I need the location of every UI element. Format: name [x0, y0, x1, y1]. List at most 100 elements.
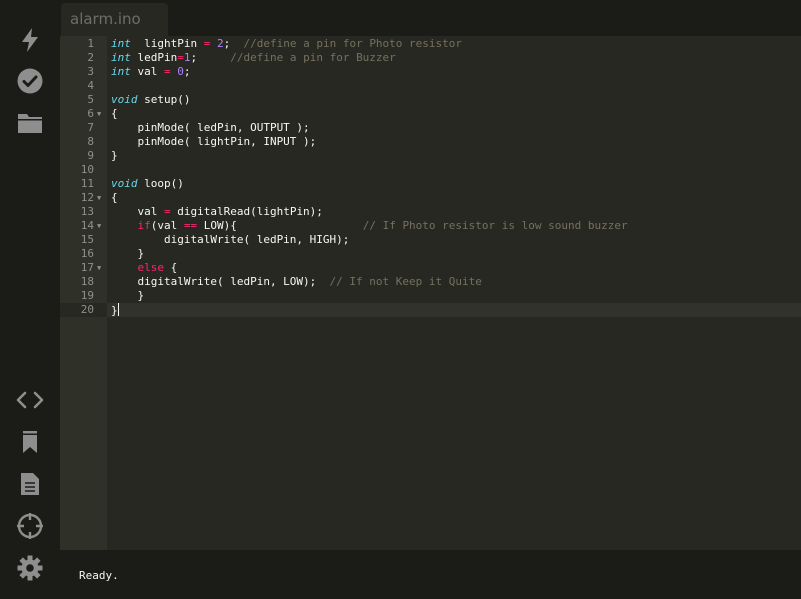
code-token: void [111, 93, 138, 106]
line-number: 5 [60, 93, 107, 107]
code-line[interactable]: 6 ▼ { [60, 107, 801, 121]
code-token: lightPin [130, 37, 204, 50]
code-line[interactable]: 3 int val = 0; [60, 65, 801, 79]
code-token: ledPin [130, 51, 178, 64]
code-token: { [111, 107, 118, 120]
code-line[interactable]: 5 void setup() [60, 93, 801, 107]
code-line[interactable]: 8 pinMode( lightPin, INPUT ); [60, 135, 801, 149]
line-number-text: 3 [87, 65, 94, 78]
code-token: // If Photo resistor is low sound buzzer [362, 219, 628, 232]
code-text: } [111, 303, 119, 318]
line-number-text: 13 [80, 205, 94, 218]
line-number: 8 [60, 135, 107, 149]
code-token: LOW){ [197, 219, 363, 232]
line-number-text: 1 [87, 37, 94, 50]
crosshair-icon[interactable] [15, 511, 45, 541]
fold-arrow-icon[interactable]: ▼ [97, 261, 101, 275]
line-number-text: 14 [80, 219, 94, 232]
line-number-text: 18 [80, 275, 94, 288]
code-token: == [183, 219, 198, 232]
code-text: { [111, 191, 118, 205]
line-number-text: 17 [80, 261, 94, 274]
code-token: digitalRead(lightPin); [170, 205, 323, 218]
line-number-text: 7 [87, 121, 94, 134]
code-text: else { [111, 261, 178, 275]
line-number-text: 11 [80, 177, 94, 190]
code-line[interactable]: 15 digitalWrite( ledPin, HIGH); [60, 233, 801, 247]
code-line[interactable]: 16 } [60, 247, 801, 261]
code-token: = [164, 65, 171, 78]
code-line[interactable]: 7 pinMode( ledPin, OUTPUT ); [60, 121, 801, 135]
line-number-text: 10 [80, 163, 94, 176]
line-number: 7 [60, 121, 107, 135]
code-line[interactable]: 1 int lightPin = 2; //define a pin for Ph… [60, 37, 801, 51]
code-line[interactable]: 17 ▼ else { [60, 261, 801, 275]
gear-icon[interactable] [15, 553, 45, 583]
code-line[interactable]: 9} [60, 149, 801, 163]
text-cursor [117, 303, 119, 316]
code-token: pinMode( lightPin, INPUT ); [111, 135, 317, 148]
lightning-icon[interactable] [15, 25, 45, 55]
code-line[interactable]: 4 [60, 79, 801, 93]
code-text: pinMode( ledPin, OUTPUT ); [111, 121, 309, 135]
tab-alarm-ino[interactable]: alarm.ino [61, 3, 168, 36]
code-token: = [177, 51, 184, 64]
code-line[interactable]: 10 [60, 163, 801, 177]
line-number: 16 [60, 247, 107, 261]
code-token: ; [223, 37, 244, 50]
code-token: = [163, 205, 171, 218]
line-number-text: 16 [80, 247, 94, 260]
code-token: } [111, 149, 118, 162]
line-number-text: 8 [87, 135, 94, 148]
code-token: } [111, 289, 145, 302]
document-icon[interactable] [15, 469, 45, 499]
code-token: loop() [137, 177, 184, 190]
folder-icon[interactable] [15, 108, 45, 138]
code-line[interactable]: 19 } [60, 289, 801, 303]
code-token: ; [190, 51, 231, 64]
line-number: 9 [60, 149, 107, 163]
code-token: ; [183, 65, 191, 78]
fold-arrow-icon[interactable]: ▼ [97, 107, 101, 121]
code-line[interactable]: 2 int ledPin=1; //define a pin for Buzzer [60, 51, 801, 65]
code-token: digitalWrite( ledPin, LOW); [111, 275, 330, 288]
check-circle-icon[interactable] [15, 66, 45, 96]
code-token: 2 [216, 37, 224, 50]
bookmark-icon[interactable] [15, 427, 45, 457]
code-token: { [111, 191, 118, 204]
code-token: val [130, 65, 164, 78]
code-editor[interactable]: 1 int lightPin = 2; //define a pin for Ph… [60, 36, 801, 550]
code-line[interactable]: 12 ▼ { [60, 191, 801, 205]
code-token: 0 [177, 65, 184, 78]
code-token: setup() [137, 93, 191, 106]
code-token: int [111, 65, 131, 78]
line-number: 3 [60, 65, 107, 79]
code-text: val = digitalRead(lightPin); [111, 205, 323, 219]
status-text: Ready. [79, 569, 119, 582]
code-icon[interactable] [15, 385, 45, 415]
fold-arrow-icon[interactable]: ▼ [97, 191, 101, 205]
status-bar: Ready. [60, 550, 801, 599]
code-token: (val [150, 219, 184, 232]
fold-arrow-icon[interactable]: ▼ [97, 219, 101, 233]
line-number: 17 ▼ [60, 261, 107, 275]
code-text: void setup() [111, 93, 190, 107]
code-token: { [164, 261, 178, 274]
code-area[interactable]: 1 int lightPin = 2; //define a pin for Ph… [60, 36, 801, 550]
line-number: 6 ▼ [60, 107, 107, 121]
code-line[interactable]: 20} [60, 303, 801, 317]
line-number-text: 19 [80, 289, 94, 302]
code-line[interactable]: 13 val = digitalRead(lightPin); [60, 205, 801, 219]
line-number: 10 [60, 163, 107, 177]
line-number-text: 5 [87, 93, 94, 106]
line-number-text: 9 [87, 149, 94, 162]
code-token: //define a pin for Photo resistor [243, 37, 463, 50]
code-token: //define a pin for Buzzer [230, 51, 396, 64]
line-number: 11 [60, 177, 107, 191]
code-text: } [111, 149, 118, 163]
code-line[interactable]: 18 digitalWrite( ledPin, LOW); // If not… [60, 275, 801, 289]
code-text: } [111, 247, 144, 261]
code-line[interactable]: 14 ▼ if(val == LOW){ // If Photo resistor… [60, 219, 801, 233]
code-line[interactable]: 11 void loop() [60, 177, 801, 191]
code-token: val [111, 205, 164, 218]
